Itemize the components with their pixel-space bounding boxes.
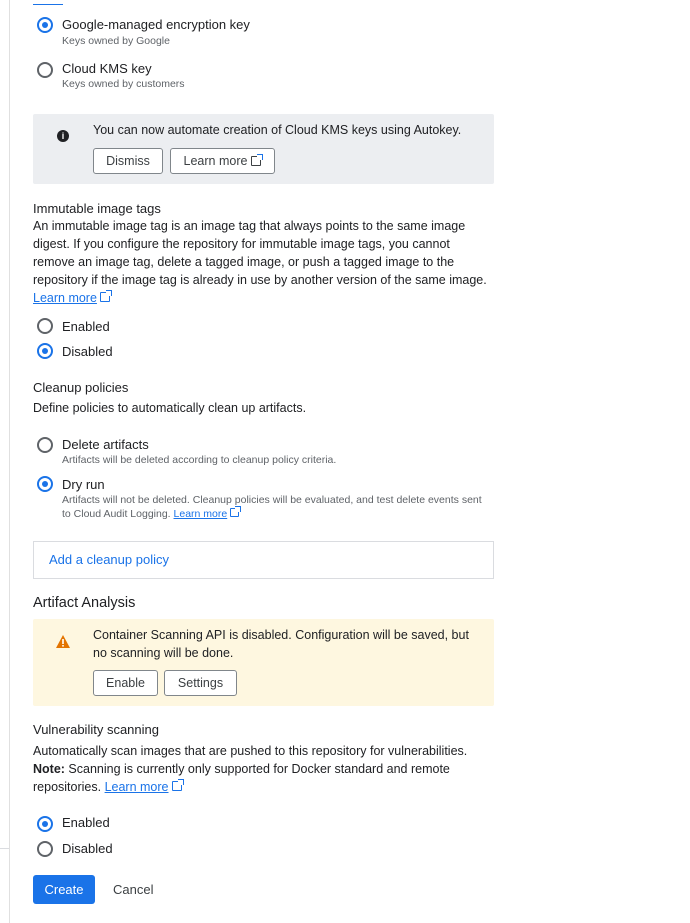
dry-run-learn-more-link[interactable]: Learn more (174, 508, 228, 520)
vuln-note-text: Scanning is currently only supported for… (33, 762, 450, 794)
vuln-enabled-label: Enabled (62, 815, 110, 830)
vuln-learn-more-link[interactable]: Learn more (105, 780, 169, 794)
left-rail (0, 0, 10, 923)
cleanup-description: Define policies to automatically clean u… (33, 401, 307, 415)
enable-api-label: Enable (106, 676, 145, 690)
vuln-enabled-radio[interactable] (37, 816, 53, 832)
scanning-disabled-warning-text: Container Scanning API is disabled. Conf… (93, 628, 469, 660)
info-icon: i (57, 130, 69, 142)
dry-run-sub-line2-text: to Cloud Audit Logging. (62, 508, 171, 520)
delete-artifacts-radio[interactable] (37, 437, 53, 453)
scanning-settings-button[interactable]: Settings (164, 670, 237, 696)
dismiss-button[interactable]: Dismiss (93, 148, 163, 174)
dry-run-label: Dry run (62, 477, 105, 492)
dry-run-learn-more-label: Learn more (173, 508, 228, 520)
external-link-icon (230, 506, 242, 517)
immutable-tags-enabled-label: Enabled (62, 319, 110, 334)
vuln-learn-more-label: Learn more (104, 780, 169, 794)
immutable-tags-disabled-radio[interactable] (37, 343, 53, 359)
vuln-note-label: Note: (33, 762, 65, 776)
dry-run-sub-line1: Artifacts will not be deleted. Cleanup p… (62, 494, 482, 506)
immutable-tags-learn-more-link[interactable]: Learn more (33, 291, 97, 305)
autokey-banner-text: You can now automate creation of Cloud K… (93, 123, 462, 137)
scanning-disabled-warning-banner: Container Scanning API is disabled. Conf… (33, 619, 494, 706)
vuln-scanning-description-text: Automatically scan images that are pushe… (33, 744, 468, 758)
external-link-icon (99, 290, 112, 302)
dismiss-button-label: Dismiss (106, 154, 150, 168)
delete-artifacts-label: Delete artifacts (62, 437, 149, 452)
enable-api-button[interactable]: Enable (93, 670, 158, 696)
warning-icon (56, 635, 70, 648)
immutable-tags-enabled-radio[interactable] (37, 318, 53, 334)
vuln-disabled-label: Disabled (62, 841, 113, 856)
autokey-learn-more-button[interactable]: Learn more (170, 148, 275, 174)
delete-artifacts-sub: Artifacts will be deleted according to c… (62, 454, 337, 466)
google-managed-key-radio[interactable] (37, 17, 53, 33)
google-managed-key-label: Google-managed encryption key (62, 17, 250, 32)
cloud-kms-key-radio[interactable] (37, 62, 53, 78)
cleanup-heading: Cleanup policies (33, 380, 129, 395)
immutable-tags-description-text: An immutable image tag is an image tag t… (33, 219, 487, 287)
add-cleanup-policy-button[interactable]: Add a cleanup policy (49, 552, 169, 567)
external-link-icon (251, 154, 264, 166)
vuln-scanning-description: Automatically scan images that are pushe… (33, 742, 493, 796)
immutable-tags-disabled-label: Disabled (62, 344, 113, 359)
scrolled-learn-more-link[interactable] (33, 0, 63, 5)
left-rail-divider (0, 848, 9, 849)
dry-run-radio[interactable] (37, 476, 53, 492)
immutable-tags-description: An immutable image tag is an image tag t… (33, 217, 495, 307)
artifact-analysis-heading: Artifact Analysis (33, 595, 136, 611)
dry-run-sub-line2: to Cloud Audit Logging. Learn more (62, 506, 242, 520)
cloud-kms-key-sub: Keys owned by customers (62, 78, 185, 90)
immutable-tags-learn-more-label: Learn more (33, 291, 97, 305)
external-link-icon (171, 779, 184, 791)
autokey-learn-more-label: Learn more (183, 154, 248, 168)
add-cleanup-policy-box: Add a cleanup policy (33, 541, 494, 579)
create-button-label: Create (44, 882, 84, 897)
immutable-tags-heading: Immutable image tags (33, 201, 161, 216)
cancel-button[interactable]: Cancel (113, 882, 153, 897)
scanning-settings-label: Settings (177, 676, 224, 690)
autokey-info-banner: i You can now automate creation of Cloud… (33, 114, 494, 184)
create-button[interactable]: Create (33, 875, 95, 904)
vuln-scanning-heading: Vulnerability scanning (33, 722, 159, 737)
vuln-disabled-radio[interactable] (37, 841, 53, 857)
cloud-kms-key-label: Cloud KMS key (62, 61, 152, 76)
google-managed-key-sub: Keys owned by Google (62, 35, 170, 47)
